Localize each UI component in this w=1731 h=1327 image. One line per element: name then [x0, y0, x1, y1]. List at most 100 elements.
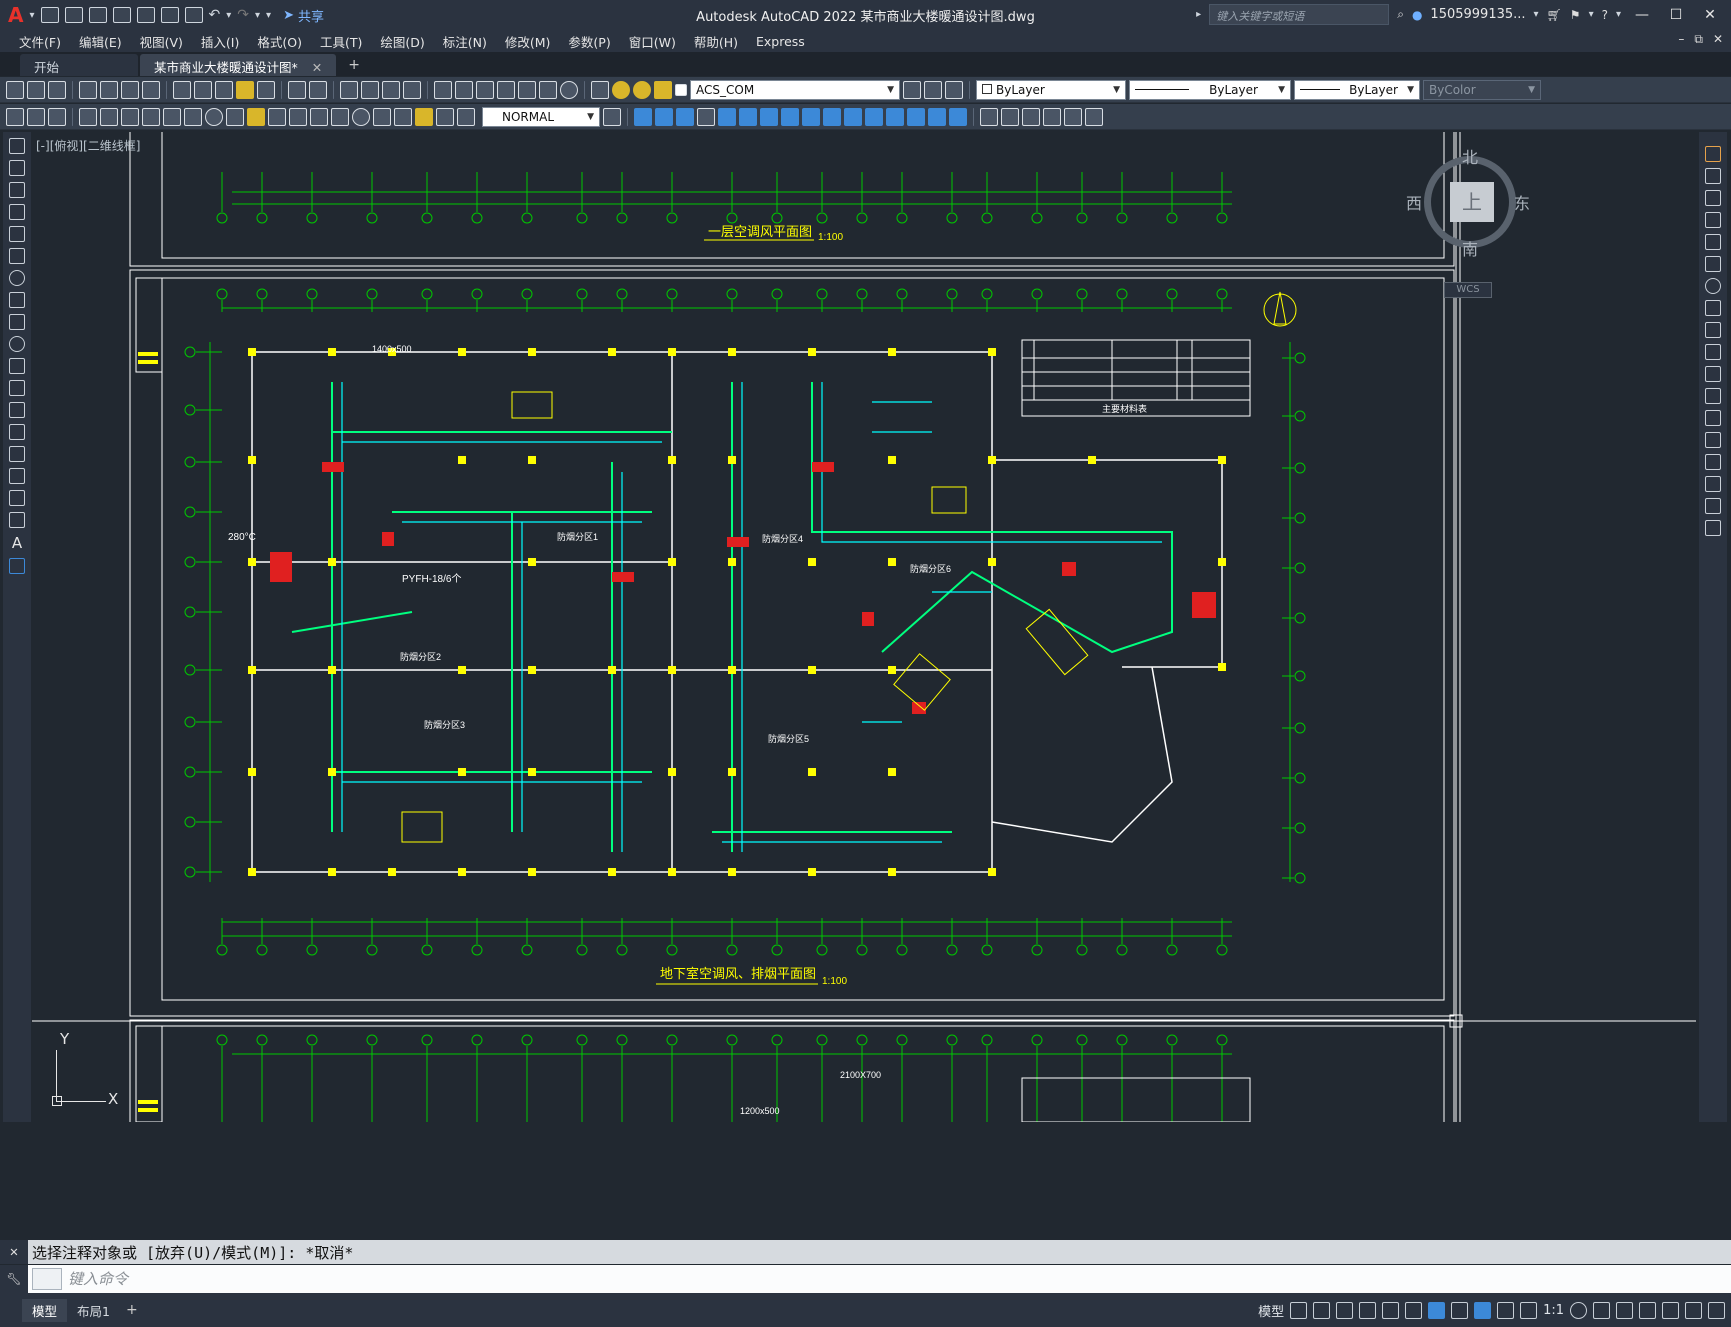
add-layout-icon[interactable]: + — [126, 1302, 138, 1318]
search-expand-icon[interactable]: ▸ — [1196, 9, 1201, 20]
design-center-icon[interactable] — [455, 80, 473, 99]
customize-status-icon[interactable] — [1708, 1302, 1725, 1319]
dim-reassociate-icon[interactable] — [457, 107, 475, 126]
quick-properties-icon[interactable] — [1639, 1302, 1656, 1319]
break-icon[interactable] — [865, 107, 883, 126]
block-editor-icon[interactable] — [257, 80, 275, 99]
snap-icon[interactable] — [1313, 1302, 1331, 1319]
lineweight-select[interactable]: ByLayer ▼ — [1294, 79, 1420, 100]
doc-restore-icon[interactable]: ⧉ — [1694, 32, 1703, 47]
continue-icon[interactable] — [289, 107, 307, 126]
close-icon[interactable]: ✕ — [1697, 7, 1723, 23]
join-icon[interactable] — [886, 107, 904, 126]
layer-states-icon[interactable] — [945, 80, 963, 99]
redo-dropdown-icon[interactable]: ▾ — [255, 10, 260, 21]
region-icon[interactable] — [9, 490, 25, 506]
auto-scale-icon[interactable] — [1497, 1302, 1515, 1319]
autocad-logo-icon[interactable]: A — [8, 3, 23, 27]
fillet-icon[interactable] — [928, 107, 946, 126]
layer-on-icon[interactable] — [612, 80, 630, 99]
line-icon[interactable] — [9, 138, 25, 154]
lineweight-icon[interactable] — [1451, 1302, 1469, 1319]
explode-icon[interactable] — [1705, 520, 1721, 536]
insert-block-icon[interactable] — [9, 380, 25, 396]
recent-commands-icon[interactable] — [32, 1268, 62, 1290]
graphics-performance-icon[interactable] — [1662, 1302, 1679, 1319]
spline-icon[interactable] — [9, 314, 25, 330]
cart-icon[interactable]: 🛒︎ — [1547, 8, 1562, 22]
isodraft-icon[interactable] — [1382, 1302, 1400, 1319]
undo-icon[interactable]: ↶ — [209, 7, 221, 23]
zoom-realtime-icon[interactable] — [361, 80, 379, 99]
arc-icon[interactable] — [9, 248, 25, 264]
paste-icon[interactable] — [215, 80, 233, 99]
move-icon[interactable] — [739, 107, 757, 126]
share-button[interactable]: ➤ 共享 — [283, 6, 324, 25]
move-icon[interactable] — [1705, 256, 1721, 272]
redo-icon[interactable]: ↷ — [237, 7, 249, 23]
menu-format[interactable]: 格式(O) — [248, 32, 311, 51]
undo-icon[interactable] — [288, 80, 306, 99]
bring-front-icon[interactable] — [1001, 107, 1019, 126]
blend-icon[interactable] — [1705, 498, 1721, 514]
help-search-input[interactable]: 键入关键字或短语 — [1209, 4, 1390, 25]
maximize-icon[interactable]: ☐ — [1663, 7, 1689, 23]
user-account[interactable]: 1505999135... — [1430, 7, 1525, 22]
save-as-icon[interactable] — [112, 7, 131, 23]
tool-palettes-icon[interactable] — [476, 80, 494, 99]
diameter-icon[interactable] — [205, 107, 223, 126]
dim-style-icon[interactable] — [27, 107, 45, 126]
save-icon[interactable] — [48, 80, 66, 99]
text-style-icon[interactable] — [6, 107, 24, 126]
pan-icon[interactable] — [340, 80, 358, 99]
break-at-point-icon[interactable] — [1705, 388, 1721, 404]
viewcube-face[interactable]: 上 — [1450, 182, 1494, 222]
app-menu-chevron-icon[interactable]: ▾ — [29, 10, 34, 21]
construction-line-icon[interactable] — [9, 160, 25, 176]
ellipse-icon[interactable] — [9, 336, 25, 352]
dim-style-manager-icon[interactable] — [603, 107, 621, 126]
search-icon[interactable]: ⌕ — [1397, 7, 1404, 22]
menu-edit[interactable]: 编辑(E) — [70, 32, 131, 51]
redo-icon[interactable] — [309, 80, 327, 99]
ortho-icon[interactable] — [1336, 1302, 1354, 1319]
send-back-icon[interactable] — [1022, 107, 1040, 126]
new-file-icon[interactable] — [40, 7, 59, 23]
text-front-icon[interactable] — [1043, 107, 1061, 126]
wcs-menu[interactable]: WCS — [1444, 282, 1492, 298]
open-web-icon[interactable] — [136, 7, 155, 23]
gradient-icon[interactable] — [9, 468, 25, 484]
leader-icon[interactable] — [1085, 107, 1103, 126]
doc-close-icon[interactable]: ✕ — [1713, 32, 1723, 47]
object-snap-tracking-icon[interactable] — [1405, 1302, 1423, 1319]
layer-properties-icon[interactable] — [591, 80, 609, 99]
inspection-icon[interactable] — [373, 107, 391, 126]
zoom-window-icon[interactable] — [382, 80, 400, 99]
dim-update-icon[interactable] — [415, 107, 433, 126]
linear-dim-icon[interactable] — [79, 107, 97, 126]
cut-icon[interactable] — [173, 80, 191, 99]
mirror-icon[interactable] — [676, 107, 694, 126]
help-icon[interactable]: ? — [1602, 8, 1608, 22]
extend-icon[interactable] — [844, 107, 862, 126]
scale-icon[interactable] — [1705, 300, 1721, 316]
close-command-line-icon[interactable]: ✕ — [0, 1240, 28, 1264]
help-icon[interactable] — [560, 80, 578, 99]
scale-icon[interactable] — [781, 107, 799, 126]
extend-icon[interactable] — [1705, 366, 1721, 382]
menu-file[interactable]: 文件(F) — [10, 32, 70, 51]
layer-lock-icon[interactable] — [654, 80, 672, 99]
stretch-icon[interactable] — [802, 107, 820, 126]
match-properties-icon[interactable] — [236, 80, 254, 99]
new-icon[interactable] — [6, 80, 24, 99]
publish-icon[interactable] — [121, 80, 139, 99]
linetype-select[interactable]: ByLayer ▼ — [1129, 79, 1291, 100]
copy-object-icon[interactable] — [655, 107, 673, 126]
viewport-controls-label[interactable]: [-][俯视][二维线框] — [36, 137, 140, 154]
object-snap-icon[interactable] — [1428, 1302, 1446, 1319]
dim-space-icon[interactable] — [310, 107, 328, 126]
chamfer-icon[interactable] — [907, 107, 925, 126]
model-space-button[interactable]: 模型 — [1258, 1301, 1284, 1320]
tolerance-icon[interactable] — [331, 107, 349, 126]
center-mark-icon[interactable] — [352, 107, 370, 126]
